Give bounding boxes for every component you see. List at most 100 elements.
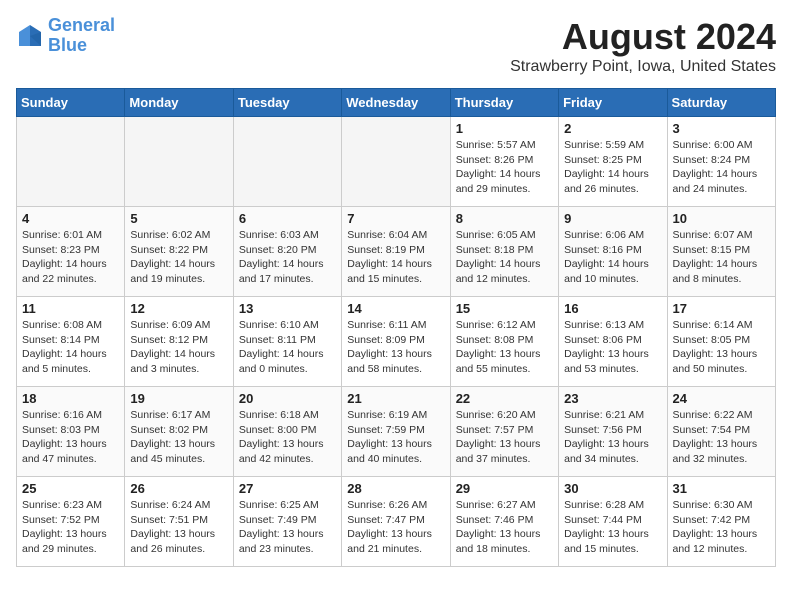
calendar-cell: 21Sunrise: 6:19 AMSunset: 7:59 PMDayligh… xyxy=(342,387,450,477)
calendar-cell xyxy=(342,117,450,207)
day-detail: Sunrise: 6:17 AMSunset: 8:02 PMDaylight:… xyxy=(130,408,227,467)
day-number: 29 xyxy=(456,481,553,496)
day-number: 19 xyxy=(130,391,227,406)
day-detail: Sunrise: 6:12 AMSunset: 8:08 PMDaylight:… xyxy=(456,318,553,377)
calendar-cell: 22 Sunrise: 6:20 AMSunset: 7:57 PMDayligh… xyxy=(450,387,558,477)
calendar-cell: 28 Sunrise: 6:26 AMSunset: 7:47 PMDayligh… xyxy=(342,477,450,567)
day-number: 11 xyxy=(22,301,119,316)
day-detail: Sunrise: 6:03 AMSunset: 8:20 PMDaylight:… xyxy=(239,228,336,287)
calendar-body: 1 Sunrise: 5:57 AMSunset: 8:26 PMDaylight… xyxy=(17,117,776,567)
calendar-cell: 17 Sunrise: 6:14 AMSunset: 8:05 PMDayligh… xyxy=(667,297,775,387)
day-detail: Sunrise: 6:11 AMSunset: 8:09 PMDaylight:… xyxy=(347,318,444,377)
calendar-week-1: 1 Sunrise: 5:57 AMSunset: 8:26 PMDaylight… xyxy=(17,117,776,207)
day-number: 2 xyxy=(564,121,661,136)
day-detail: Sunrise: 6:01 AMSunset: 8:23 PMDaylight:… xyxy=(22,228,119,287)
day-number: 14 xyxy=(347,301,444,316)
day-detail: Sunrise: 6:09 AMSunset: 8:12 PMDaylight:… xyxy=(130,318,227,377)
day-detail: Sunrise: 6:20 AMSunset: 7:57 PMDaylight:… xyxy=(456,408,553,467)
day-detail: Sunrise: 6:28 AMSunset: 7:44 PMDaylight:… xyxy=(564,498,661,557)
day-number: 26 xyxy=(130,481,227,496)
day-detail: Sunrise: 6:23 AMSunset: 7:52 PMDaylight:… xyxy=(22,498,119,557)
day-detail: Sunrise: 6:13 AMSunset: 8:06 PMDaylight:… xyxy=(564,318,661,377)
calendar-cell: 24 Sunrise: 6:22 AMSunset: 7:54 PMDayligh… xyxy=(667,387,775,477)
day-number: 7 xyxy=(347,211,444,226)
day-detail: Sunrise: 6:16 AMSunset: 8:03 PMDaylight:… xyxy=(22,408,119,467)
day-number: 10 xyxy=(673,211,770,226)
logo: General Blue xyxy=(16,16,115,56)
day-number: 24 xyxy=(673,391,770,406)
calendar-title: August 2024 xyxy=(510,16,776,58)
day-number: 30 xyxy=(564,481,661,496)
calendar-cell: 25 Sunrise: 6:23 AMSunset: 7:52 PMDayligh… xyxy=(17,477,125,567)
day-detail: Sunrise: 6:22 AMSunset: 7:54 PMDaylight:… xyxy=(673,408,770,467)
day-detail: Sunrise: 6:24 AMSunset: 7:51 PMDaylight:… xyxy=(130,498,227,557)
day-number: 16 xyxy=(564,301,661,316)
day-detail: Sunrise: 6:14 AMSunset: 8:05 PMDaylight:… xyxy=(673,318,770,377)
day-header-wednesday: Wednesday xyxy=(342,89,450,117)
day-header-sunday: Sunday xyxy=(17,89,125,117)
day-header-tuesday: Tuesday xyxy=(233,89,341,117)
day-number: 1 xyxy=(456,121,553,136)
day-number: 15 xyxy=(456,301,553,316)
calendar-cell: 29 Sunrise: 6:27 AMSunset: 7:46 PMDayligh… xyxy=(450,477,558,567)
calendar-cell: 9Sunrise: 6:06 AMSunset: 8:16 PMDaylight… xyxy=(559,207,667,297)
day-number: 22 xyxy=(456,391,553,406)
day-detail: Sunrise: 6:30 AMSunset: 7:42 PMDaylight:… xyxy=(673,498,770,557)
calendar-cell: 5Sunrise: 6:02 AMSunset: 8:22 PMDaylight… xyxy=(125,207,233,297)
day-number: 31 xyxy=(673,481,770,496)
calendar-cell: 26 Sunrise: 6:24 AMSunset: 7:51 PMDayligh… xyxy=(125,477,233,567)
calendar-cell: 16 Sunrise: 6:13 AMSunset: 8:06 PMDayligh… xyxy=(559,297,667,387)
day-header-monday: Monday xyxy=(125,89,233,117)
calendar-cell: 11 Sunrise: 6:08 AMSunset: 8:14 PMDayligh… xyxy=(17,297,125,387)
day-detail: Sunrise: 5:59 AMSunset: 8:25 PMDaylight:… xyxy=(564,138,661,197)
day-detail: Sunrise: 6:19 AMSunset: 7:59 PMDaylight:… xyxy=(347,408,444,467)
day-number: 8 xyxy=(456,211,553,226)
day-number: 6 xyxy=(239,211,336,226)
day-detail: Sunrise: 6:10 AMSunset: 8:11 PMDaylight:… xyxy=(239,318,336,377)
day-detail: Sunrise: 6:21 AMSunset: 7:56 PMDaylight:… xyxy=(564,408,661,467)
calendar-cell: 10Sunrise: 6:07 AMSunset: 8:15 PMDayligh… xyxy=(667,207,775,297)
calendar-week-3: 11 Sunrise: 6:08 AMSunset: 8:14 PMDayligh… xyxy=(17,297,776,387)
calendar-cell: 19 Sunrise: 6:17 AMSunset: 8:02 PMDayligh… xyxy=(125,387,233,477)
calendar-cell xyxy=(125,117,233,207)
day-number: 20 xyxy=(239,391,336,406)
day-number: 23 xyxy=(564,391,661,406)
day-number: 13 xyxy=(239,301,336,316)
calendar-cell: 14 Sunrise: 6:11 AMSunset: 8:09 PMDayligh… xyxy=(342,297,450,387)
day-detail: Sunrise: 5:57 AMSunset: 8:26 PMDaylight:… xyxy=(456,138,553,197)
day-detail: Sunrise: 6:27 AMSunset: 7:46 PMDaylight:… xyxy=(456,498,553,557)
calendar-subtitle: Strawberry Point, Iowa, United States xyxy=(510,58,776,76)
day-detail: Sunrise: 6:25 AMSunset: 7:49 PMDaylight:… xyxy=(239,498,336,557)
day-number: 17 xyxy=(673,301,770,316)
day-number: 28 xyxy=(347,481,444,496)
day-header-friday: Friday xyxy=(559,89,667,117)
day-header-thursday: Thursday xyxy=(450,89,558,117)
calendar-cell: 7Sunrise: 6:04 AMSunset: 8:19 PMDaylight… xyxy=(342,207,450,297)
day-number: 18 xyxy=(22,391,119,406)
calendar-week-5: 25 Sunrise: 6:23 AMSunset: 7:52 PMDayligh… xyxy=(17,477,776,567)
calendar-week-2: 4Sunrise: 6:01 AMSunset: 8:23 PMDaylight… xyxy=(17,207,776,297)
calendar-cell: 23 Sunrise: 6:21 AMSunset: 7:56 PMDayligh… xyxy=(559,387,667,477)
calendar-cell: 12 Sunrise: 6:09 AMSunset: 8:12 PMDayligh… xyxy=(125,297,233,387)
calendar-cell xyxy=(17,117,125,207)
day-number: 25 xyxy=(22,481,119,496)
day-header-saturday: Saturday xyxy=(667,89,775,117)
calendar-cell: 31 Sunrise: 6:30 AMSunset: 7:42 PMDayligh… xyxy=(667,477,775,567)
calendar-week-4: 18 Sunrise: 6:16 AMSunset: 8:03 PMDayligh… xyxy=(17,387,776,477)
day-detail: Sunrise: 6:08 AMSunset: 8:14 PMDaylight:… xyxy=(22,318,119,377)
day-detail: Sunrise: 6:26 AMSunset: 7:47 PMDaylight:… xyxy=(347,498,444,557)
calendar-cell: 15 Sunrise: 6:12 AMSunset: 8:08 PMDayligh… xyxy=(450,297,558,387)
calendar-cell: 3Sunrise: 6:00 AMSunset: 8:24 PMDaylight… xyxy=(667,117,775,207)
calendar-header-row: SundayMondayTuesdayWednesdayThursdayFrid… xyxy=(17,89,776,117)
logo-text: General Blue xyxy=(48,16,115,56)
day-detail: Sunrise: 6:05 AMSunset: 8:18 PMDaylight:… xyxy=(456,228,553,287)
calendar-table: SundayMondayTuesdayWednesdayThursdayFrid… xyxy=(16,88,776,567)
calendar-cell: 6 Sunrise: 6:03 AMSunset: 8:20 PMDaylight… xyxy=(233,207,341,297)
title-block: August 2024 Strawberry Point, Iowa, Unit… xyxy=(510,16,776,76)
page-header: General Blue August 2024 Strawberry Poin… xyxy=(16,16,776,76)
day-number: 9 xyxy=(564,211,661,226)
day-number: 5 xyxy=(130,211,227,226)
logo-icon xyxy=(16,22,44,50)
day-number: 12 xyxy=(130,301,227,316)
calendar-cell: 1 Sunrise: 5:57 AMSunset: 8:26 PMDaylight… xyxy=(450,117,558,207)
